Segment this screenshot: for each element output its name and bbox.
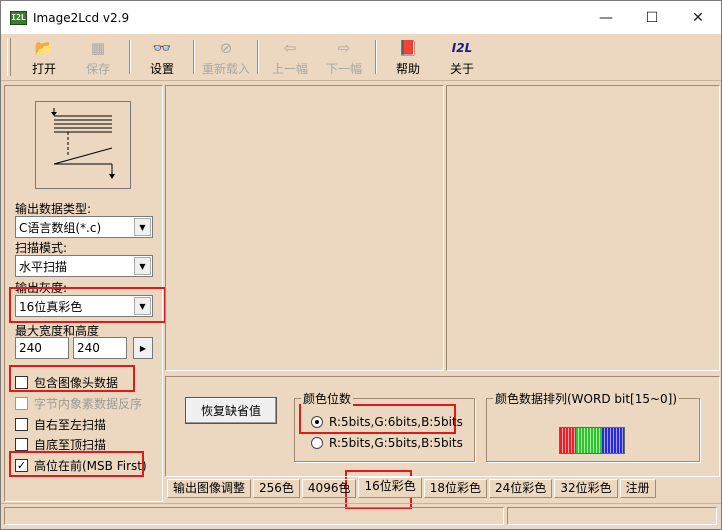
about-button[interactable]: I2L 关于 bbox=[435, 34, 489, 80]
window-title: Image2Lcd v2.9 bbox=[33, 10, 130, 25]
settings-button-label: 设置 bbox=[149, 61, 174, 76]
toolbar: 📂 打开 ▦ 保存 👓 设置 ⊘ 重新载入 ⇦ 上一幅 ⇨ 下一幅 📕 帮助 I… bbox=[1, 34, 721, 81]
title-bar[interactable]: I2L Image2Lcd v2.9 — ☐ ✕ bbox=[1, 1, 721, 34]
open-button-label: 打开 bbox=[31, 61, 56, 76]
app-icon: I2L bbox=[10, 10, 27, 25]
next-image-icon: ⇨ bbox=[337, 38, 351, 57]
reload-icon: ⊘ bbox=[219, 38, 233, 57]
tab-256-color[interactable]: 256色 bbox=[253, 479, 300, 498]
highlight-box bbox=[9, 365, 135, 392]
save-disk-icon: ▦ bbox=[90, 38, 106, 57]
tab-4096-color[interactable]: 4096色 bbox=[301, 479, 357, 498]
output-type-label: 输出数据类型: bbox=[15, 202, 92, 216]
rgb555-radio[interactable]: R:5bits,G:5bits,B:5bits bbox=[311, 436, 463, 450]
tab-18bit-color[interactable]: 18位彩色 bbox=[423, 479, 488, 498]
status-bar bbox=[1, 503, 721, 527]
toolbar-separator bbox=[193, 40, 195, 74]
radio-selected-icon[interactable] bbox=[311, 416, 323, 428]
apply-size-button[interactable]: ▶ bbox=[133, 337, 153, 359]
output-image-preview[interactable] bbox=[446, 85, 720, 371]
next-image-label: 下一幅 bbox=[325, 61, 362, 76]
checkbox-box[interactable] bbox=[15, 397, 28, 410]
next-image-button[interactable]: ⇨ 下一幅 bbox=[317, 34, 371, 80]
help-book-icon: 📕 bbox=[398, 38, 418, 57]
minimize-button[interactable]: — bbox=[583, 1, 629, 34]
save-button[interactable]: ▦ 保存 bbox=[71, 34, 125, 80]
open-button[interactable]: 📂 打开 bbox=[17, 34, 71, 80]
rgb555-label: R:5bits,G:5bits,B:5bits bbox=[329, 436, 463, 450]
previous-image-icon: ⇦ bbox=[283, 38, 297, 57]
highlight-box bbox=[9, 451, 144, 477]
previous-image-button[interactable]: ⇦ 上一幅 bbox=[263, 34, 317, 80]
green-bits-segment bbox=[576, 428, 602, 453]
red-bits-segment bbox=[560, 428, 576, 453]
output-type-value: C语言数组(*.c) bbox=[19, 220, 102, 235]
settings-glasses-icon: 👓 bbox=[152, 38, 172, 57]
checkbox-box[interactable] bbox=[15, 418, 28, 431]
color-bits-group: 颜色位数 R:5bits,G:6bits,B:5bits R:5bits,G:5… bbox=[294, 390, 475, 462]
about-button-label: 关于 bbox=[449, 61, 474, 76]
toolbar-separator bbox=[129, 40, 131, 74]
height-input[interactable]: 240 bbox=[73, 337, 127, 359]
color-order-bar bbox=[559, 427, 625, 454]
chevron-down-icon[interactable]: ▼ bbox=[134, 218, 151, 236]
tab-32bit-color[interactable]: 32位彩色 bbox=[554, 479, 618, 498]
tab-register[interactable]: 注册 bbox=[619, 479, 656, 498]
chevron-down-icon[interactable]: ▼ bbox=[134, 257, 151, 275]
tab-image-adjust[interactable]: 输出图像调整 bbox=[167, 479, 252, 498]
status-cell-info bbox=[507, 507, 717, 525]
checkbox-box[interactable] bbox=[15, 438, 28, 451]
output-type-select[interactable]: C语言数组(*.c) ▼ bbox=[15, 216, 153, 238]
color-order-title: 颜色数据排列(WORD bit[15~0]) bbox=[493, 390, 680, 407]
scan-mode-select[interactable]: 水平扫描 ▼ bbox=[15, 255, 153, 277]
toolbar-grip[interactable] bbox=[7, 38, 11, 76]
reverse-pixel-label: 字节内象素数据反序 bbox=[34, 397, 143, 411]
reload-button-label: 重新载入 bbox=[201, 61, 250, 76]
scan-direction-icon bbox=[51, 108, 115, 179]
save-button-label: 保存 bbox=[85, 61, 110, 76]
help-button-label: 帮助 bbox=[395, 61, 420, 76]
color-options-panel: 恢复缺省值 颜色位数 R:5bits,G:6bits,B:5bits R:5bi… bbox=[165, 376, 720, 477]
color-bits-title: 颜色位数 bbox=[301, 390, 354, 407]
maximize-button[interactable]: ☐ bbox=[629, 1, 675, 34]
toolbar-separator bbox=[375, 40, 377, 74]
rgb565-radio[interactable]: R:5bits,G:6bits,B:5bits bbox=[311, 415, 463, 429]
right-to-left-checkbox[interactable]: 自右至左扫描 bbox=[15, 416, 106, 433]
status-cell-main bbox=[4, 507, 504, 525]
settings-button[interactable]: 👓 设置 bbox=[135, 34, 189, 80]
rgb565-label: R:5bits,G:6bits,B:5bits bbox=[329, 415, 463, 429]
radio-icon[interactable] bbox=[311, 437, 323, 449]
scan-mode-value: 水平扫描 bbox=[19, 259, 68, 274]
width-input[interactable]: 240 bbox=[15, 337, 69, 359]
color-mode-tabs: 输出图像调整 256色 4096色 16位彩色 18位彩色 24位彩色 32位彩… bbox=[167, 477, 658, 498]
scan-mode-label: 扫描模式: bbox=[15, 241, 68, 255]
app-window: I2L Image2Lcd v2.9 — ☐ ✕ 📂 打开 ▦ 保存 👓 设置 … bbox=[0, 0, 722, 530]
close-button[interactable]: ✕ bbox=[675, 1, 721, 34]
restore-defaults-button[interactable]: 恢复缺省值 bbox=[185, 397, 277, 424]
highlight-box bbox=[9, 287, 166, 323]
color-order-group: 颜色数据排列(WORD bit[15~0]) bbox=[486, 390, 700, 462]
blue-bits-segment bbox=[602, 428, 624, 453]
reverse-pixel-checkbox[interactable]: 字节内象素数据反序 bbox=[15, 395, 142, 412]
help-button[interactable]: 📕 帮助 bbox=[381, 34, 435, 80]
open-folder-icon: 📂 bbox=[34, 38, 54, 57]
toolbar-separator bbox=[257, 40, 259, 74]
tab-16bit-color[interactable]: 16位彩色 bbox=[358, 477, 422, 498]
reload-button[interactable]: ⊘ 重新载入 bbox=[199, 34, 253, 80]
scan-mode-diagram bbox=[35, 101, 131, 189]
about-i2l-icon: I2L bbox=[451, 40, 473, 55]
previous-image-label: 上一幅 bbox=[271, 61, 308, 76]
source-image-preview[interactable] bbox=[165, 85, 444, 371]
tab-24bit-color[interactable]: 24位彩色 bbox=[489, 479, 553, 498]
right-to-left-label: 自右至左扫描 bbox=[34, 418, 107, 432]
